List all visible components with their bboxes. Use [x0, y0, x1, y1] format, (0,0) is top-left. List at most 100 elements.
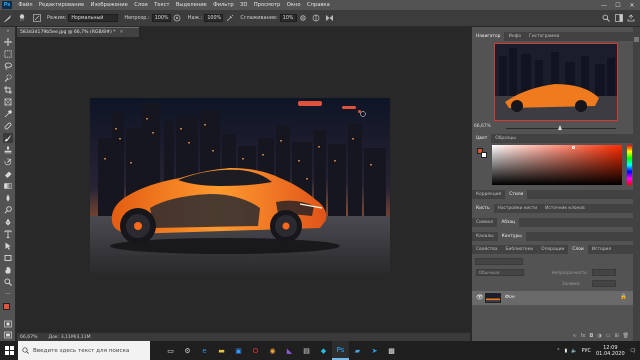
brush-size-picker[interactable]: 17 — [16, 14, 28, 23]
dock-icon[interactable] — [634, 37, 639, 42]
menu-edit[interactable]: Редактирование — [36, 2, 88, 8]
mask-icon[interactable]: ◘ — [589, 333, 593, 339]
smoothing-gear-icon[interactable] — [299, 14, 308, 23]
zoom-readout[interactable]: 66,67% — [20, 335, 38, 340]
frame-tool-icon[interactable] — [3, 97, 13, 107]
pressure-size-icon[interactable] — [312, 14, 321, 23]
tab-brush[interactable]: Кисть — [472, 204, 494, 213]
hand-tool-icon[interactable] — [3, 265, 13, 275]
tab-brush-settings[interactable]: Настройки кисти — [494, 204, 542, 213]
minimize-button[interactable]: — — [597, 0, 611, 10]
app-icon-blue[interactable]: ◆ — [315, 341, 332, 360]
dodge-tool-icon[interactable] — [3, 205, 13, 215]
clock[interactable]: 12:09 01.04.2020 — [596, 345, 625, 357]
task-view-icon[interactable]: ▭ — [162, 341, 179, 360]
brush-tool-icon[interactable] — [3, 133, 13, 143]
quick-mask-icon[interactable] — [3, 319, 13, 329]
tab-libraries[interactable]: Библиотеки — [501, 245, 537, 254]
airbrush-icon[interactable] — [225, 14, 234, 23]
tab-character[interactable]: Символ — [472, 218, 497, 227]
tab-navigator[interactable]: Навигатор — [472, 32, 505, 41]
workspace-icon[interactable] — [614, 14, 623, 23]
menu-filter[interactable]: Фильтр — [210, 2, 237, 8]
tab-histogram[interactable]: Гистограмма — [525, 32, 563, 41]
app-icon-folder[interactable]: ▰ — [349, 341, 366, 360]
quick-selection-tool-icon[interactable] — [3, 73, 13, 83]
navigator-zoom[interactable]: 66,67% — [474, 124, 491, 129]
toolbar-collapse-icon[interactable]: » — [3, 28, 13, 33]
photoshop-taskbar-icon[interactable]: Ps — [332, 341, 349, 360]
eraser-tool-icon[interactable] — [3, 169, 13, 179]
tab-layers[interactable]: Слои — [568, 245, 588, 254]
menu-help[interactable]: Справка — [304, 2, 333, 8]
visibility-eye-icon[interactable]: 👁 — [476, 294, 484, 301]
link-layers-icon[interactable]: ∞ — [572, 333, 576, 339]
taskbar-search-input[interactable]: Введите здесь текст для поиска — [18, 341, 150, 360]
opacity-field[interactable]: 100% — [151, 14, 171, 22]
layer-filter-select[interactable] — [475, 258, 523, 265]
tab-paths[interactable]: Контуры — [497, 232, 526, 241]
brush-settings-icon[interactable] — [32, 14, 41, 23]
menu-text[interactable]: Текст — [151, 2, 173, 8]
volume-icon[interactable]: 🔈 — [571, 348, 577, 354]
document-tab[interactable]: 583d34179b5ee.jpg @ 66,7% (RGB/8#) * ✕ — [17, 27, 139, 37]
opera-browser-icon[interactable]: O — [247, 341, 264, 360]
flow-field[interactable]: 100% — [204, 14, 224, 22]
menu-3d[interactable]: 3D — [237, 2, 251, 8]
new-layer-icon[interactable]: ⊞ — [614, 333, 618, 339]
brush-tool-preset-icon[interactable] — [3, 14, 12, 23]
file-explorer-icon[interactable]: ▬ — [213, 341, 230, 360]
rectangle-tool-icon[interactable] — [3, 253, 13, 263]
menu-window[interactable]: Окно — [284, 2, 304, 8]
screen-mode-icon[interactable] — [3, 330, 13, 340]
document-image[interactable] — [90, 98, 390, 273]
blend-mode-select[interactable]: Обычные — [476, 269, 524, 276]
symmetry-butterfly-icon[interactable] — [325, 14, 334, 23]
menu-image[interactable]: Изображение — [87, 2, 131, 8]
windows-start-icon[interactable] — [0, 341, 18, 360]
visual-studio-icon[interactable]: ◣ — [281, 341, 298, 360]
edge-browser-icon[interactable]: e — [196, 341, 213, 360]
layer-name[interactable]: Фон — [505, 295, 515, 300]
tab-color[interactable]: Цвет — [472, 134, 492, 143]
share-icon[interactable] — [626, 14, 635, 23]
tab-properties[interactable]: Свойства — [472, 245, 501, 254]
tab-swatches[interactable]: Образцы — [491, 134, 519, 143]
tab-actions[interactable]: Операции — [537, 245, 568, 254]
menu-view[interactable]: Просмотр — [251, 2, 284, 8]
notifications-icon[interactable]: 🗨 — [630, 348, 636, 354]
tab-info[interactable]: Инфо — [504, 32, 525, 41]
type-tool-icon[interactable] — [3, 229, 13, 239]
more-tools-icon[interactable]: ··· — [3, 289, 13, 299]
chrome-browser-icon[interactable]: ◉ — [264, 341, 281, 360]
close-button[interactable]: ✕ — [625, 0, 639, 10]
zoom-tool-icon[interactable] — [3, 277, 13, 287]
history-brush-tool-icon[interactable] — [3, 157, 13, 167]
store-icon[interactable]: ▣ — [230, 341, 247, 360]
maximize-button[interactable]: ☐ — [611, 0, 625, 10]
close-document-icon[interactable]: ✕ — [120, 30, 124, 35]
tab-clone-source[interactable]: Источник клонов — [541, 204, 589, 213]
search-icon[interactable] — [601, 14, 610, 23]
color-panel-background-swatch[interactable] — [481, 152, 487, 158]
adjustment-layer-icon[interactable]: ◑ — [597, 333, 601, 339]
language-indicator[interactable]: РУС — [581, 348, 591, 354]
settings-app-icon[interactable]: ⚙ — [179, 341, 196, 360]
menu-layers[interactable]: Слои — [131, 2, 151, 8]
menu-select[interactable]: Выделение — [173, 2, 210, 8]
layer-opacity-field[interactable] — [592, 269, 616, 276]
app-icon-grey[interactable]: ▩ — [383, 341, 400, 360]
trash-icon[interactable]: 🗑 — [623, 333, 629, 339]
marquee-tool-icon[interactable] — [3, 49, 13, 59]
network-icon[interactable]: ▮ — [564, 348, 567, 354]
tab-channels[interactable]: Каналы — [472, 232, 498, 241]
blur-tool-icon[interactable] — [3, 193, 13, 203]
color-field[interactable] — [492, 145, 622, 185]
menu-file[interactable]: Файл — [15, 2, 36, 8]
clone-stamp-tool-icon[interactable] — [3, 145, 13, 155]
gradient-tool-icon[interactable] — [3, 181, 13, 191]
document-info[interactable]: Док: 3,11M/3,11M — [49, 335, 91, 340]
healing-brush-tool-icon[interactable] — [3, 121, 13, 131]
new-group-icon[interactable]: ▭ — [606, 333, 611, 339]
move-tool-icon[interactable] — [3, 37, 13, 47]
